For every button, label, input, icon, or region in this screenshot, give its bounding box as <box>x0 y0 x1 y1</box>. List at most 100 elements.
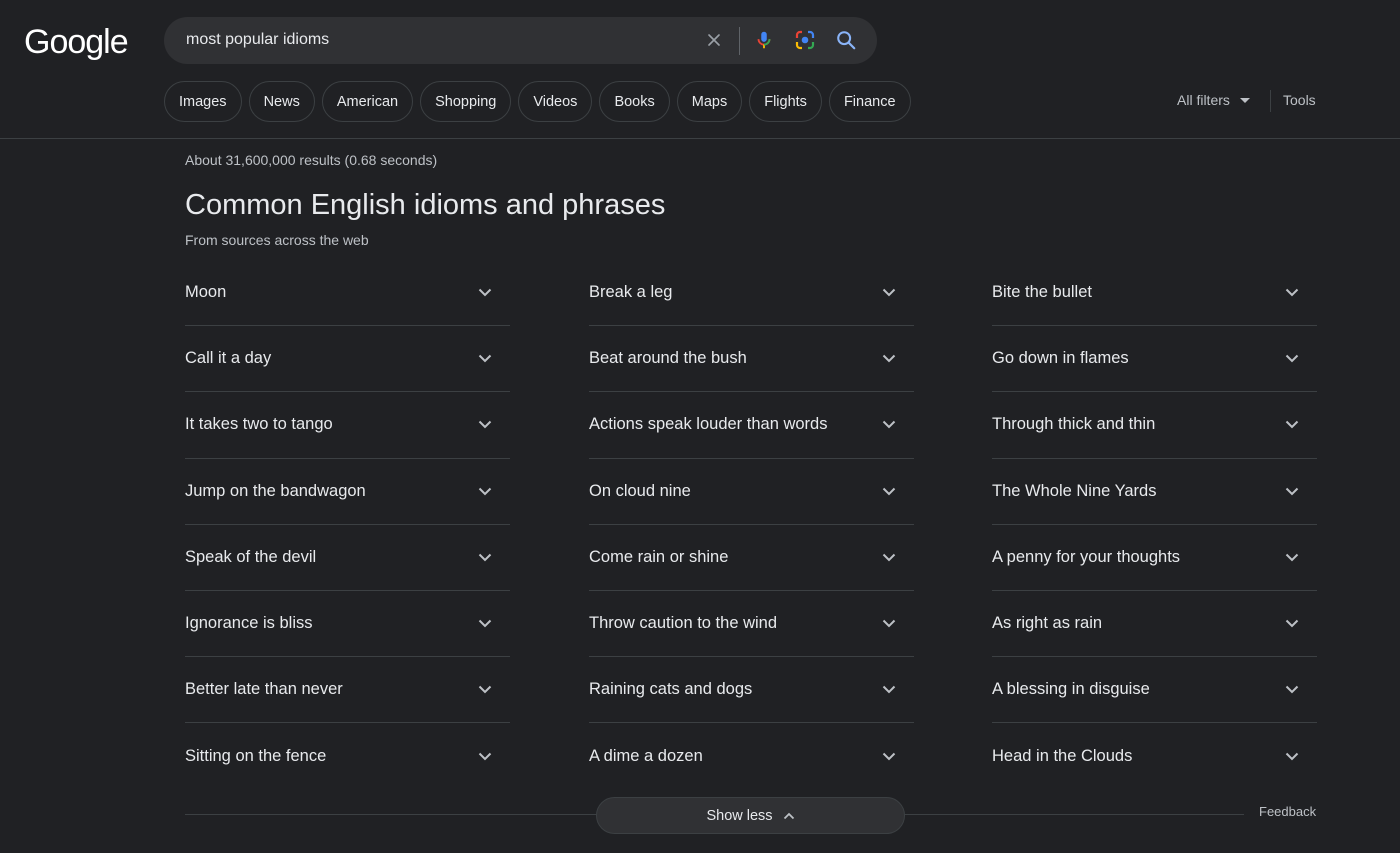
chevron-down-icon <box>877 678 901 702</box>
idiom-row[interactable]: On cloud nine <box>589 459 914 525</box>
camera-lens-icon[interactable] <box>793 28 817 52</box>
idiom-label: Speak of the devil <box>185 547 317 566</box>
chevron-down-icon <box>473 479 497 503</box>
chevron-down-icon <box>1280 281 1304 305</box>
chevron-down-icon <box>473 413 497 437</box>
search-input[interactable]: most popular idioms <box>186 31 329 49</box>
idiom-row[interactable]: Raining cats and dogs <box>589 657 914 724</box>
all-filters-label: All filters <box>1177 92 1230 108</box>
chevron-up-icon <box>783 808 795 824</box>
chevron-down-icon <box>1280 479 1304 503</box>
show-less-button[interactable]: Show less <box>596 797 905 834</box>
idiom-row[interactable]: A dime a dozen <box>589 723 914 789</box>
chevron-down-icon <box>877 347 901 371</box>
idiom-row[interactable]: Speak of the devil <box>185 525 510 591</box>
idiom-label: Raining cats and dogs <box>589 680 753 699</box>
idiom-row[interactable]: A penny for your thoughts <box>992 525 1317 591</box>
idiom-label: Jump on the bandwagon <box>185 481 366 500</box>
chevron-down-icon <box>1280 347 1304 371</box>
filters-divider <box>1270 90 1271 112</box>
idiom-row[interactable]: Throw caution to the wind <box>589 591 914 658</box>
chevron-down-icon <box>473 678 497 702</box>
idiom-row[interactable]: As right as rain <box>992 591 1317 658</box>
chevron-down-icon <box>1280 413 1304 437</box>
chip-american[interactable]: American <box>321 81 414 122</box>
section-subtitle: From sources across the web <box>185 232 369 248</box>
idiom-row[interactable]: Break a leg <box>589 260 914 327</box>
chevron-down-icon <box>473 612 497 636</box>
idiom-label: Actions speak louder than words <box>589 415 828 434</box>
chip-flights[interactable]: Flights <box>749 81 822 122</box>
tools-button[interactable]: Tools <box>1283 92 1316 108</box>
chip-books[interactable]: Books <box>599 81 670 122</box>
idiom-label: On cloud nine <box>589 481 691 500</box>
search-box[interactable]: most popular idioms <box>164 17 877 64</box>
idiom-label: Come rain or shine <box>589 547 729 566</box>
idiom-label: It takes two to tango <box>185 415 333 434</box>
chevron-down-icon <box>1280 612 1304 636</box>
chevron-down-icon <box>877 281 901 305</box>
feedback-link[interactable]: Feedback <box>1244 804 1332 819</box>
idiom-label: Sitting on the fence <box>185 746 327 765</box>
close-icon[interactable] <box>702 28 726 52</box>
chip-shopping[interactable]: Shopping <box>420 81 512 122</box>
chevron-down-icon <box>877 413 901 437</box>
idiom-label: Go down in flames <box>992 349 1129 368</box>
chip-finance[interactable]: Finance <box>828 81 911 122</box>
idiom-column-1: Moon Call it a day It takes two to tango… <box>185 260 510 790</box>
chevron-down-icon <box>1280 545 1304 569</box>
idiom-row[interactable]: Ignorance is bliss <box>185 591 510 658</box>
idiom-row[interactable]: Beat around the bush <box>589 326 914 393</box>
idiom-row[interactable]: Through thick and thin <box>992 392 1317 459</box>
idiom-row[interactable]: Bite the bullet <box>992 260 1317 327</box>
idiom-label: The Whole Nine Yards <box>992 481 1157 500</box>
all-filters-button[interactable]: All filters <box>1177 92 1250 108</box>
idiom-label: Ignorance is bliss <box>185 614 313 633</box>
idiom-label: Better late than never <box>185 680 343 699</box>
chevron-down-icon <box>473 281 497 305</box>
idiom-row[interactable]: Better late than never <box>185 657 510 724</box>
idiom-row[interactable]: Sitting on the fence <box>185 723 510 789</box>
idiom-label: Beat around the bush <box>589 349 747 368</box>
idiom-row[interactable]: Come rain or shine <box>589 525 914 591</box>
idiom-row[interactable]: Head in the Clouds <box>992 723 1317 789</box>
chip-maps[interactable]: Maps <box>676 81 743 122</box>
idiom-row[interactable]: Call it a day <box>185 326 510 393</box>
idiom-label: Head in the Clouds <box>992 746 1133 765</box>
idiom-row[interactable]: A blessing in disguise <box>992 657 1317 724</box>
chevron-down-icon <box>473 744 497 768</box>
idiom-label: Bite the bullet <box>992 283 1092 302</box>
chevron-down-icon <box>1280 678 1304 702</box>
idiom-row[interactable]: It takes two to tango <box>185 392 510 459</box>
idiom-row[interactable]: Actions speak louder than words <box>589 392 914 459</box>
idiom-row[interactable]: Go down in flames <box>992 326 1317 393</box>
chip-images[interactable]: Images <box>164 81 242 122</box>
caret-down-icon <box>1239 97 1250 103</box>
chevron-down-icon <box>877 744 901 768</box>
idiom-row[interactable]: The Whole Nine Yards <box>992 459 1317 525</box>
idiom-label: As right as rain <box>992 614 1103 633</box>
chevron-down-icon <box>877 479 901 503</box>
idiom-column-2: Break a leg Beat around the bush Actions… <box>589 260 914 790</box>
idiom-label: A penny for your thoughts <box>992 547 1181 566</box>
header: Google most popular idioms Images News A… <box>0 0 1400 139</box>
chip-videos[interactable]: Videos <box>518 81 593 122</box>
search-divider <box>739 27 740 55</box>
search-icon[interactable] <box>834 28 858 52</box>
idiom-label: A blessing in disguise <box>992 680 1150 699</box>
idiom-row[interactable]: Jump on the bandwagon <box>185 459 510 525</box>
idiom-label: Break a leg <box>589 283 673 302</box>
microphone-icon[interactable] <box>752 28 776 52</box>
chevron-down-icon <box>473 347 497 371</box>
google-logo[interactable]: Google <box>24 22 129 62</box>
idiom-label: Through thick and thin <box>992 415 1156 434</box>
idiom-row[interactable]: Moon <box>185 260 510 327</box>
idiom-label: Moon <box>185 283 227 302</box>
show-less-label: Show less <box>706 807 773 824</box>
idiom-column-3: Bite the bullet Go down in flames Throug… <box>992 260 1317 790</box>
chevron-down-icon <box>877 545 901 569</box>
idiom-label: A dime a dozen <box>589 746 703 765</box>
chip-news[interactable]: News <box>248 81 315 122</box>
chevron-down-icon <box>877 612 901 636</box>
chevron-down-icon <box>1280 744 1304 768</box>
